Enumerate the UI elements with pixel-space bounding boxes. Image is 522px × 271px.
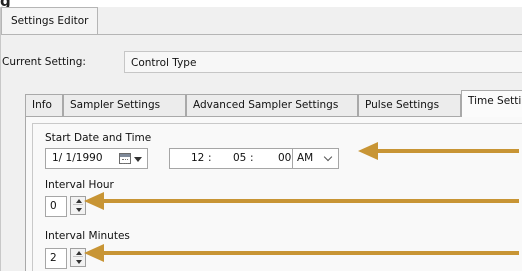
tab-advanced-sampler-settings-label: Advanced Sampler Settings xyxy=(193,99,339,111)
time-minute[interactable]: 05 xyxy=(233,152,246,164)
caret-down-icon[interactable] xyxy=(134,157,142,162)
interval-minutes-value: 2 xyxy=(50,252,57,264)
interval-minutes-spinner[interactable] xyxy=(70,248,86,267)
spin-up-icon xyxy=(76,199,82,203)
spin-down-icon xyxy=(76,208,82,212)
settings-editor-tab[interactable]: Settings Editor xyxy=(1,7,99,34)
tab-advanced-sampler-settings[interactable]: Advanced Sampler Settings xyxy=(186,94,358,116)
time-separator-1: : xyxy=(208,152,212,164)
tab-time-settings[interactable]: Time Settings xyxy=(461,90,522,117)
time-settings-panel: Start Date and Time 1/ 1/1990 12 : 05 : … xyxy=(25,116,522,271)
time-separator-2: : xyxy=(250,152,254,164)
spin-up-button[interactable] xyxy=(73,197,83,205)
interval-hour-value: 0 xyxy=(50,200,57,212)
am-pm-value: AM xyxy=(297,152,314,164)
tab-info[interactable]: Info xyxy=(25,94,63,116)
time-second[interactable]: 00 xyxy=(278,152,291,164)
tab-sampler-settings-label: Sampler Settings xyxy=(70,99,161,111)
start-date-value: 1/ 1/1990 xyxy=(52,152,103,164)
interval-minutes-label: Interval Minutes xyxy=(45,230,130,242)
settings-editor-window: Settings Editor Current Setting: Control… xyxy=(0,7,522,271)
interval-hour-label: Interval Hour xyxy=(45,179,114,191)
tab-time-settings-label: Time Settings xyxy=(468,95,522,107)
interval-minutes-input[interactable]: 2 xyxy=(45,248,67,269)
start-date-picker[interactable]: 1/ 1/1990 xyxy=(45,148,148,169)
tab-pulse-settings-label: Pulse Settings xyxy=(365,99,440,111)
spin-down-button[interactable] xyxy=(73,258,83,266)
start-date-time-label: Start Date and Time xyxy=(45,132,152,144)
am-pm-select[interactable]: AM xyxy=(292,148,339,169)
tab-pulse-settings[interactable]: Pulse Settings xyxy=(358,94,461,116)
spin-up-button[interactable] xyxy=(73,249,83,257)
interval-hour-input[interactable]: 0 xyxy=(45,196,67,217)
current-setting-value: Control Type xyxy=(124,51,522,73)
current-setting-label: Current Setting: xyxy=(2,56,86,68)
chevron-down-icon[interactable] xyxy=(323,152,333,162)
tab-sampler-settings[interactable]: Sampler Settings xyxy=(63,94,186,116)
title-divider xyxy=(1,34,522,35)
time-settings-group: Start Date and Time 1/ 1/1990 12 : 05 : … xyxy=(32,123,522,271)
interval-hour-spinner[interactable] xyxy=(70,196,86,215)
spin-up-icon xyxy=(76,251,82,255)
spin-down-button[interactable] xyxy=(73,206,83,214)
time-hour[interactable]: 12 xyxy=(191,152,204,164)
current-setting-value-text: Control Type xyxy=(131,57,197,69)
spin-down-icon xyxy=(76,260,82,264)
tab-info-label: Info xyxy=(32,99,52,111)
calendar-icon[interactable] xyxy=(119,153,131,164)
